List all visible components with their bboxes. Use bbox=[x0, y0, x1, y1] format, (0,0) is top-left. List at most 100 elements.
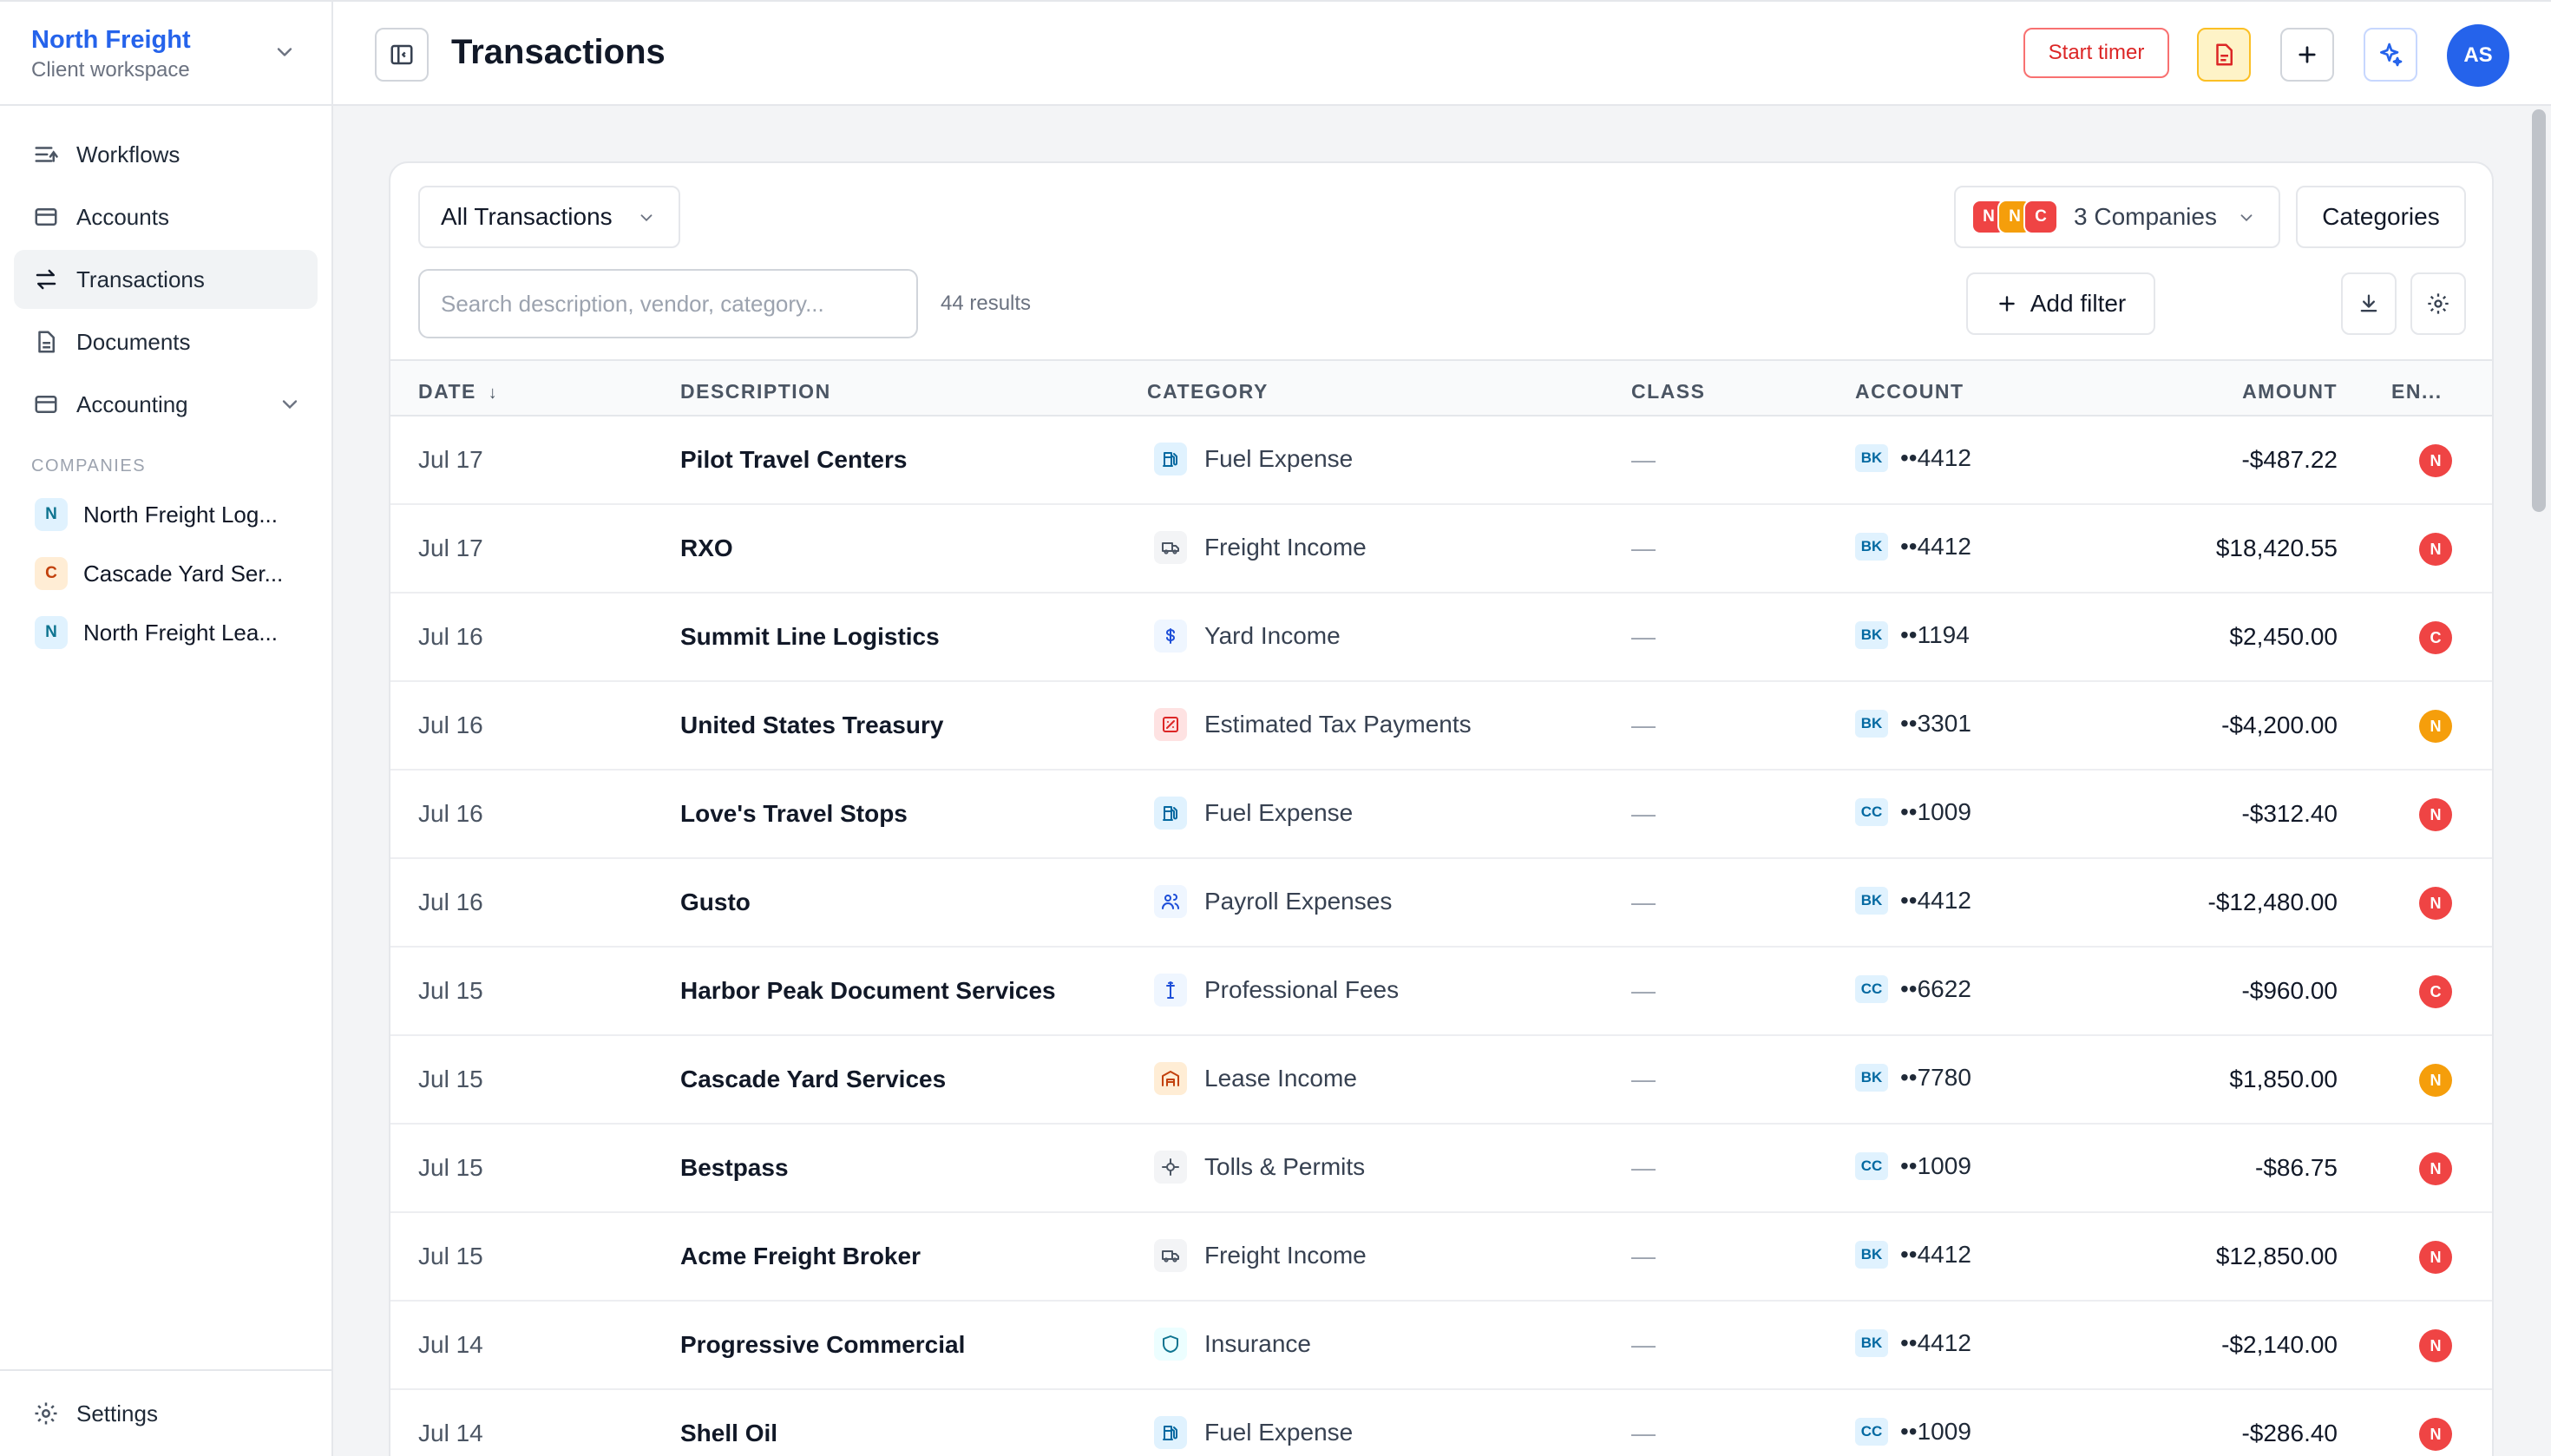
gear-icon bbox=[2428, 293, 2449, 314]
company-item[interactable]: C Cascade Yard Ser... bbox=[0, 544, 331, 603]
account-type-badge: BK bbox=[1855, 1064, 1888, 1092]
scrollbar-thumb[interactable] bbox=[2532, 109, 2546, 512]
row-entity-badge: N bbox=[2419, 1064, 2452, 1097]
fuel-pump-icon bbox=[1154, 1416, 1187, 1449]
table-row[interactable]: Jul 16 Gusto Payroll Expenses — BK ••441… bbox=[390, 859, 2492, 948]
column-label: DATE bbox=[418, 380, 476, 403]
sidebar-item-accounts[interactable]: Accounts bbox=[14, 187, 318, 246]
row-category-label: Freight Income bbox=[1204, 534, 1367, 561]
row-category[interactable]: Fuel Expense bbox=[1154, 443, 1353, 475]
sparkle-icon bbox=[2380, 43, 2403, 67]
row-description: RXO bbox=[680, 535, 733, 561]
add-button[interactable] bbox=[2280, 28, 2334, 82]
account-type-badge: BK bbox=[1855, 621, 1888, 649]
start-timer-button[interactable]: Start timer bbox=[2023, 28, 2169, 78]
row-category[interactable]: Fuel Expense bbox=[1154, 1416, 1353, 1449]
row-category[interactable]: Payroll Expenses bbox=[1154, 885, 1392, 918]
table-row[interactable]: Jul 15 Acme Freight Broker Freight Incom… bbox=[390, 1213, 2492, 1302]
table-row[interactable]: Jul 16 United States Treasury Estimated … bbox=[390, 682, 2492, 771]
row-class: — bbox=[1631, 623, 1656, 650]
shield-icon bbox=[1154, 1328, 1187, 1361]
row-description: Summit Line Logistics bbox=[680, 623, 940, 650]
table-row[interactable]: Jul 16 Love's Travel Stops Fuel Expense … bbox=[390, 771, 2492, 859]
table-row[interactable]: Jul 15 Bestpass Tolls & Permits — CC ••1… bbox=[390, 1125, 2492, 1213]
row-account-number: ••4412 bbox=[1900, 887, 1971, 914]
row-category-label: Estimated Tax Payments bbox=[1204, 711, 1472, 738]
table-row[interactable]: Jul 17 RXO Freight Income — BK ••4412 $1… bbox=[390, 505, 2492, 594]
column-header-amount[interactable]: AMOUNT bbox=[2242, 380, 2338, 403]
transaction-type-dropdown[interactable]: All Transactions bbox=[418, 186, 680, 248]
row-category[interactable]: Tolls & Permits bbox=[1154, 1151, 1365, 1184]
column-header-class[interactable]: CLASS bbox=[1631, 380, 1705, 403]
row-category[interactable]: Insurance bbox=[1154, 1328, 1311, 1361]
row-account: BK ••4412 bbox=[1855, 533, 1971, 561]
ai-assistant-button[interactable] bbox=[2364, 28, 2417, 82]
page-scrollbar[interactable] bbox=[2527, 106, 2551, 1456]
table-row[interactable]: Jul 14 Shell Oil Fuel Expense — CC ••100… bbox=[390, 1390, 2492, 1456]
row-date: Jul 15 bbox=[418, 1243, 483, 1269]
sidebar-item-accounting[interactable]: Accounting bbox=[14, 375, 318, 434]
row-date: Jul 15 bbox=[418, 977, 483, 1004]
row-category[interactable]: Freight Income bbox=[1154, 531, 1367, 564]
table-row[interactable]: Jul 14 Progressive Commercial Insurance … bbox=[390, 1302, 2492, 1390]
search-input[interactable] bbox=[418, 269, 918, 338]
table-settings-button[interactable] bbox=[2410, 272, 2466, 335]
dollar-icon bbox=[1154, 620, 1187, 653]
row-category[interactable]: Freight Income bbox=[1154, 1239, 1367, 1272]
row-category[interactable]: Yard Income bbox=[1154, 620, 1341, 653]
company-label: North Freight Log... bbox=[83, 501, 278, 528]
download-button[interactable] bbox=[2341, 272, 2397, 335]
companies-section-label: COMPANIES bbox=[31, 456, 147, 475]
row-account-number: ••4412 bbox=[1900, 533, 1971, 560]
top-header: Transactions Start timer AS bbox=[333, 0, 2551, 106]
row-entity-badge: N bbox=[2419, 798, 2452, 831]
table-row[interactable]: Jul 15 Cascade Yard Services Lease Incom… bbox=[390, 1036, 2492, 1125]
column-header-entity[interactable]: EN... bbox=[2391, 380, 2443, 403]
table-row[interactable]: Jul 15 Harbor Peak Document Services Pro… bbox=[390, 948, 2492, 1036]
sidebar-item-workflows[interactable]: Workflows bbox=[14, 125, 318, 184]
row-category[interactable]: Lease Income bbox=[1154, 1062, 1357, 1095]
row-category[interactable]: Fuel Expense bbox=[1154, 797, 1353, 830]
categories-button[interactable]: Categories bbox=[2296, 186, 2466, 248]
row-account: BK ••4412 bbox=[1855, 887, 1971, 915]
row-amount: -$2,140.00 bbox=[2221, 1331, 2338, 1358]
company-item[interactable]: N North Freight Log... bbox=[0, 485, 331, 544]
column-header-account[interactable]: ACCOUNT bbox=[1855, 380, 1964, 403]
document-button[interactable] bbox=[2197, 28, 2251, 82]
row-amount: -$4,200.00 bbox=[2221, 712, 2338, 738]
sidebar-item-label: Accounts bbox=[76, 203, 169, 230]
row-entity-badge: C bbox=[2419, 975, 2452, 1008]
row-category-label: Tolls & Permits bbox=[1204, 1153, 1366, 1180]
companies-dropdown[interactable]: N N C 3 Companies bbox=[1954, 186, 2280, 248]
table-row[interactable]: Jul 17 Pilot Travel Centers Fuel Expense… bbox=[390, 416, 2492, 505]
collapse-sidebar-button[interactable] bbox=[375, 28, 429, 82]
row-description: Love's Travel Stops bbox=[680, 800, 908, 827]
add-filter-button[interactable]: Add filter bbox=[1966, 272, 2155, 335]
row-class: — bbox=[1631, 446, 1656, 473]
row-category-label: Yard Income bbox=[1204, 622, 1341, 649]
row-category-label: Freight Income bbox=[1204, 1242, 1367, 1269]
sidebar-item-transactions[interactable]: Transactions bbox=[14, 250, 318, 309]
sidebar-item-settings[interactable]: Settings bbox=[0, 1369, 331, 1456]
fuel-pump-icon bbox=[1154, 797, 1187, 830]
company-item[interactable]: N North Freight Lea... bbox=[0, 603, 331, 662]
row-class: — bbox=[1631, 1331, 1656, 1358]
briefcase-icon bbox=[1154, 974, 1187, 1007]
row-category[interactable]: Professional Fees bbox=[1154, 974, 1399, 1007]
row-class: — bbox=[1631, 1420, 1656, 1446]
account-type-badge: BK bbox=[1855, 710, 1888, 738]
user-avatar[interactable]: AS bbox=[2447, 24, 2509, 87]
table-row[interactable]: Jul 16 Summit Line Logistics Yard Income… bbox=[390, 594, 2492, 682]
sidebar-item-documents[interactable]: Documents bbox=[14, 312, 318, 371]
column-header-date[interactable]: DATE ↓ bbox=[418, 380, 498, 403]
account-type-badge: CC bbox=[1855, 975, 1888, 1003]
row-entity-badge: N bbox=[2419, 710, 2452, 743]
row-entity-badge: N bbox=[2419, 887, 2452, 920]
row-category[interactable]: Estimated Tax Payments bbox=[1154, 708, 1472, 741]
sidebar-item-label: Documents bbox=[76, 328, 191, 355]
account-type-badge: BK bbox=[1855, 444, 1888, 472]
row-class: — bbox=[1631, 977, 1656, 1004]
workspace-switcher[interactable]: North Freight Client workspace bbox=[0, 0, 331, 106]
column-header-description[interactable]: DESCRIPTION bbox=[680, 380, 831, 403]
column-header-category[interactable]: CATEGORY bbox=[1147, 380, 1269, 403]
